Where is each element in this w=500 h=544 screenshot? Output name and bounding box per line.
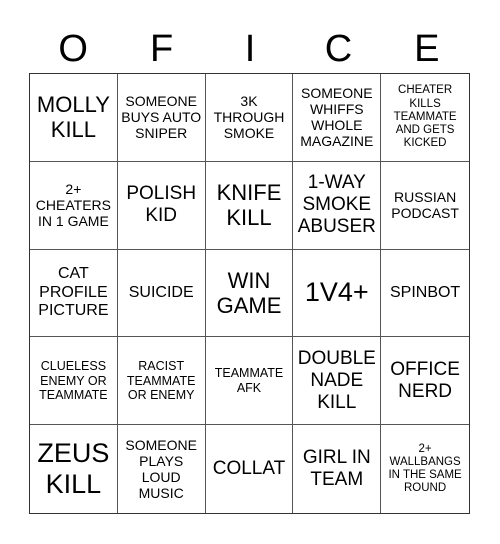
bingo-cell[interactable]: RACIST TEAMMATE OR ENEMY (117, 337, 206, 426)
header-letter: C (324, 28, 353, 70)
bingo-cell-text: RACIST TEAMMATE OR ENEMY (126, 359, 196, 402)
bingo-cell-text: SUICIDE (128, 283, 194, 301)
header-letter: O (58, 28, 88, 70)
bingo-cell[interactable]: RUSSIAN PODCAST (381, 162, 469, 250)
bingo-cell-text: ZEUS KILL (37, 438, 110, 500)
bingo-cell-text: 1-WAY SMOKE ABUSER (297, 172, 376, 238)
bingo-cell[interactable]: 1-WAY SMOKE ABUSER (293, 161, 382, 250)
bingo-cell-text: CLUELESS ENEMY OR TEAMMATE (39, 359, 108, 402)
bingo-cell-text: 2+ WALLBANGS IN THE SAME ROUND (388, 442, 462, 495)
bingo-cell[interactable]: SPINBOT (381, 250, 469, 338)
bingo-cell-text: RUSSIAN PODCAST (391, 189, 459, 222)
bingo-cell[interactable]: CHEATER KILLS TEAMMATE AND GETS KICKED (381, 74, 469, 162)
bingo-cell[interactable]: 2+ WALLBANGS IN THE SAME ROUND (381, 425, 469, 513)
bingo-cell[interactable]: TEAMMATE AFK (205, 337, 294, 426)
bingo-cell[interactable]: SOMEONE BUYS AUTO SNIPER (117, 74, 206, 162)
bingo-cell[interactable]: CLUELESS ENEMY OR TEAMMATE (30, 337, 118, 426)
bingo-cell-text: CAT PROFILE PICTURE (38, 265, 109, 320)
bingo-cell-text: TEAMMATE AFK (214, 366, 284, 395)
bingo-cell[interactable]: SOMEONE PLAYS LOUD MUSIC (118, 425, 206, 513)
bingo-cell-text: SPINBOT (389, 283, 461, 301)
header-letter: E (414, 28, 440, 70)
bingo-cell-text: 2+ CHEATERS IN 1 GAME (35, 181, 111, 230)
bingo-header: O F I C E (29, 26, 471, 72)
bingo-cell[interactable]: DOUBLE NADE KILL (293, 337, 382, 426)
bingo-cell-text: KNIFE KILL (216, 179, 282, 231)
bingo-cell-text: DOUBLE NADE KILL (297, 348, 376, 413)
bingo-cell-text: SOMEONE WHIFFS WHOLE MAGAZINE (300, 85, 374, 150)
bingo-card-grid: MOLLY KILL SOMEONE BUYS AUTO SNIPER 3K THR… (29, 73, 470, 514)
bingo-cell[interactable]: 2+ CHEATERS IN 1 GAME (30, 161, 118, 250)
bingo-cell-text: SOMEONE PLAYS LOUD MUSIC (125, 436, 197, 502)
header-letter: F (150, 28, 174, 70)
bingo-cell[interactable]: CAT PROFILE PICTURE (30, 249, 118, 338)
bingo-cell[interactable]: SUICIDE (117, 249, 206, 338)
bingo-cell-text: SOMEONE BUYS AUTO SNIPER (121, 93, 202, 142)
bingo-cell[interactable]: 3K THROUGH SMOKE (205, 74, 294, 162)
bingo-cell[interactable]: OFFICE NERD (381, 337, 469, 426)
bingo-cell-text: 3K THROUGH SMOKE (213, 93, 285, 142)
bingo-cell[interactable]: WIN GAME (205, 249, 294, 338)
bingo-cell-text: POLISH KID (126, 183, 197, 227)
bingo-cell-text: GIRL IN TEAM (302, 447, 371, 491)
bingo-cell-text: CHEATER KILLS TEAMMATE AND GETS KICKED (393, 84, 457, 150)
bingo-cell-text: 1V4+ (304, 277, 369, 308)
bingo-cell[interactable]: ZEUS KILL (30, 425, 118, 513)
bingo-cell[interactable]: KNIFE KILL (205, 161, 294, 250)
bingo-cell[interactable]: POLISH KID (117, 161, 206, 250)
bingo-cell-text: MOLLY KILL (36, 92, 110, 143)
bingo-cell-text: WIN GAME (216, 267, 282, 318)
bingo-cell[interactable]: MOLLY KILL (30, 74, 118, 162)
header-letter: I (244, 28, 256, 70)
bingo-cell[interactable]: COLLAT (206, 425, 294, 513)
bingo-cell-text: OFFICE NERD (390, 358, 460, 402)
bingo-cell[interactable]: 1V4+ (293, 249, 382, 338)
bingo-cell[interactable]: SOMEONE WHIFFS WHOLE MAGAZINE (293, 74, 382, 162)
bingo-cell-text: COLLAT (212, 458, 286, 480)
bingo-cell[interactable]: GIRL IN TEAM (293, 425, 382, 513)
